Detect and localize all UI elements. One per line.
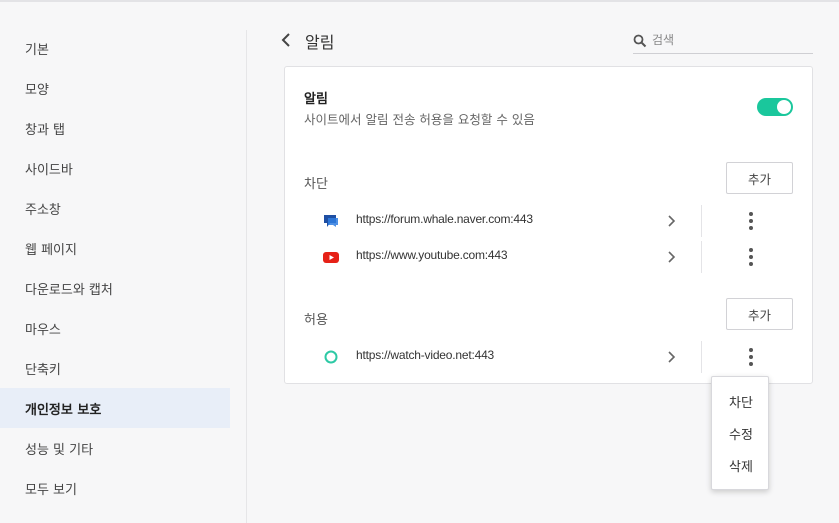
blocked-site-row[interactable]: https://www.youtube.com:443 <box>285 239 814 275</box>
site-context-menu: 차단 수정 삭제 <box>711 376 769 490</box>
search-icon <box>633 33 647 48</box>
sidebar-item-sidebar[interactable]: 사이드바 <box>0 148 230 188</box>
top-border <box>0 0 839 2</box>
sidebar-item-appearance[interactable]: 모양 <box>0 68 230 108</box>
settings-sidebar: 기본 모양 창과 탭 사이드바 주소창 웹 페이지 다운로드와 캡처 마우스 단… <box>0 22 246 523</box>
blocked-section-label: 차단 <box>304 177 328 192</box>
site-url: https://forum.whale.naver.com:443 <box>356 212 533 226</box>
menu-item-edit[interactable]: 수정 <box>712 418 770 448</box>
toggle-knob <box>777 100 791 114</box>
menu-item-block[interactable]: 차단 <box>712 386 770 416</box>
site-url: https://www.youtube.com:443 <box>356 248 508 262</box>
menu-item-delete[interactable]: 삭제 <box>712 450 770 480</box>
row-divider <box>701 341 702 373</box>
row-divider <box>701 241 702 273</box>
chevron-right-icon[interactable] <box>665 349 679 365</box>
sidebar-item-web-page[interactable]: 웹 페이지 <box>0 228 230 268</box>
more-options-icon[interactable] <box>743 247 759 267</box>
sidebar-item-view-all[interactable]: 모두 보기 <box>0 468 230 508</box>
circle-outline-icon <box>323 349 339 365</box>
allowed-section-label: 허용 <box>304 313 328 328</box>
whale-forum-icon <box>323 213 339 229</box>
site-url: https://watch-video.net:443 <box>356 348 495 362</box>
allowed-site-row[interactable]: https://watch-video.net:443 <box>285 339 814 375</box>
sidebar-item-mouse[interactable]: 마우스 <box>0 308 230 348</box>
sidebar-item-privacy[interactable]: 개인정보 보호 <box>0 388 230 428</box>
chevron-right-icon[interactable] <box>665 249 679 265</box>
row-divider <box>701 205 702 237</box>
page-title: 알림 <box>305 33 335 52</box>
search-box <box>633 28 813 54</box>
add-blocked-button[interactable]: 추가 <box>726 162 793 194</box>
more-options-icon[interactable] <box>743 211 759 231</box>
notifications-panel: 알림 사이트에서 알림 전송 허용을 요청할 수 있음 차단 추가 https:… <box>284 66 813 384</box>
blocked-site-row[interactable]: https://forum.whale.naver.com:443 <box>285 203 814 239</box>
page-header: 알림 <box>247 22 839 62</box>
sidebar-item-windows-tabs[interactable]: 창과 탭 <box>0 108 230 148</box>
sidebar-item-downloads-capture[interactable]: 다운로드와 캡처 <box>0 268 230 308</box>
youtube-icon <box>323 249 339 265</box>
chevron-right-icon[interactable] <box>665 213 679 229</box>
search-input[interactable] <box>652 29 807 51</box>
sidebar-divider <box>246 30 247 523</box>
sidebar-item-address-bar[interactable]: 주소창 <box>0 188 230 228</box>
sidebar-item-basic[interactable]: 기본 <box>0 28 230 68</box>
notifications-toggle[interactable] <box>757 98 793 116</box>
sidebar-item-shortcuts[interactable]: 단축키 <box>0 348 230 388</box>
add-allowed-button[interactable]: 추가 <box>726 298 793 330</box>
notifications-description: 사이트에서 알림 전송 허용을 요청할 수 있음 <box>304 112 535 127</box>
notifications-title: 알림 <box>304 92 328 107</box>
sidebar-item-performance[interactable]: 성능 및 기타 <box>0 428 230 468</box>
more-options-icon[interactable] <box>743 347 759 367</box>
back-arrow-icon[interactable] <box>277 30 297 50</box>
